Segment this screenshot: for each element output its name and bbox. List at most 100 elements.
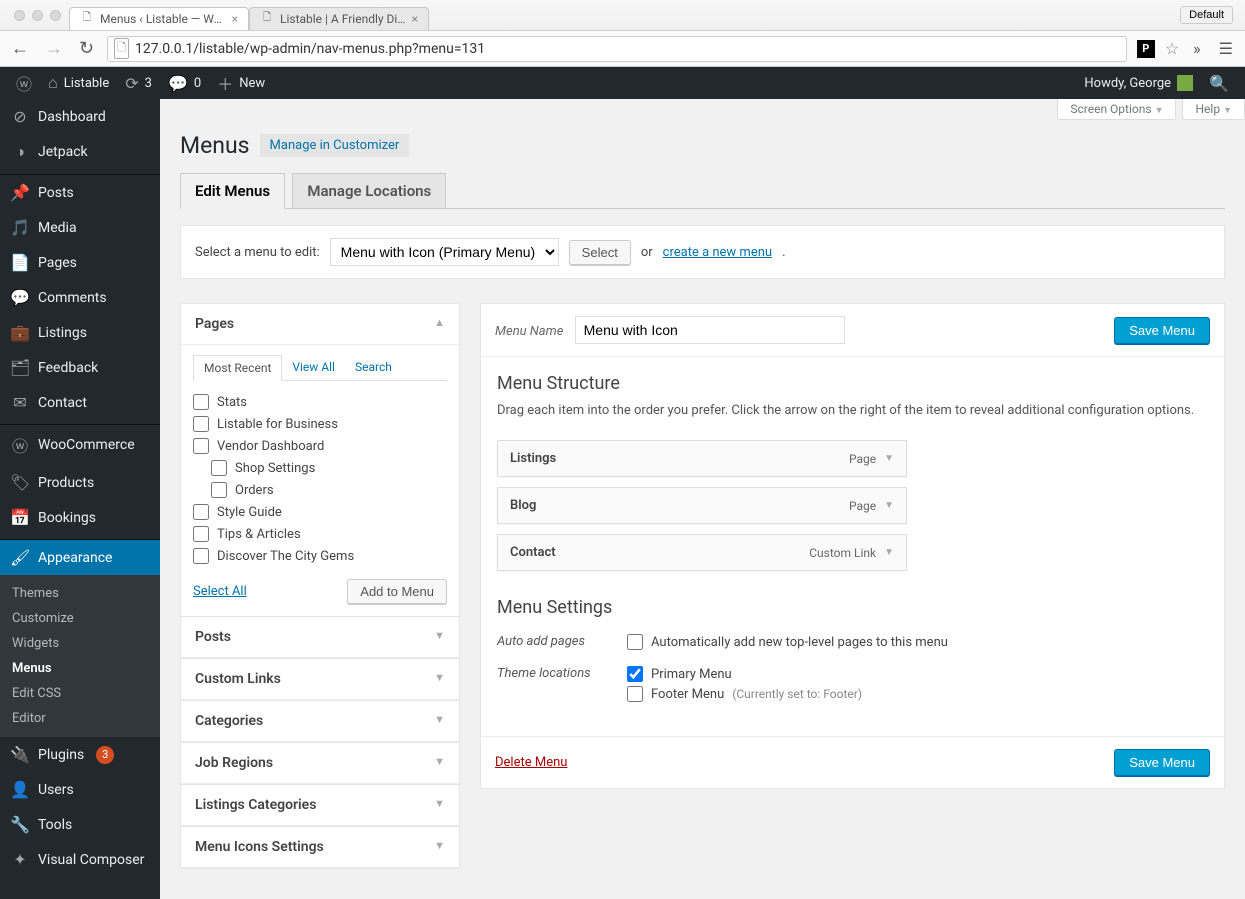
accordion-header[interactable]: Custom Links▼ bbox=[181, 659, 459, 700]
submenu-item-editor[interactable]: Editor bbox=[0, 706, 160, 731]
updates[interactable]: ⟳3 bbox=[117, 67, 160, 99]
page-item[interactable]: Listable for Business bbox=[193, 413, 447, 435]
menu-select[interactable]: Menu with Icon (Primary Menu) bbox=[330, 238, 559, 266]
menu-item-bar[interactable]: ListingsPage▼ bbox=[497, 440, 907, 477]
wp-logo[interactable]: ⓦ bbox=[8, 67, 40, 99]
page-checkbox[interactable] bbox=[193, 416, 209, 432]
accordion-header[interactable]: Posts▼ bbox=[181, 617, 459, 658]
page-item[interactable]: Discover The City Gems bbox=[193, 545, 447, 567]
sidebar-item-dashboard[interactable]: ⊘Dashboard bbox=[0, 99, 160, 134]
tab-edit-menus[interactable]: Edit Menus bbox=[180, 173, 285, 209]
save-menu-button-footer[interactable]: Save Menu bbox=[1114, 749, 1210, 776]
menu-item-title: Listings bbox=[510, 451, 556, 466]
chevron-down-icon[interactable]: ▼ bbox=[884, 547, 894, 558]
menu-name-input[interactable] bbox=[575, 316, 845, 344]
page-item[interactable]: Orders bbox=[193, 479, 447, 501]
sidebar-item-plugins[interactable]: 🔌Plugins3 bbox=[0, 737, 160, 772]
manage-in-customizer-link[interactable]: Manage in Customizer bbox=[260, 134, 410, 157]
create-menu-link[interactable]: create a new menu bbox=[663, 245, 772, 260]
profile-button[interactable]: Default bbox=[1180, 6, 1233, 24]
browser-tab-1[interactable]: 🗋 Menus ‹ Listable — WordP × bbox=[69, 7, 249, 30]
close-tab-icon[interactable]: × bbox=[232, 12, 238, 26]
back-button[interactable]: ← bbox=[8, 38, 32, 59]
page-info-icon[interactable]: 🗋 bbox=[114, 38, 129, 59]
chevron-down-icon[interactable]: ▼ bbox=[884, 453, 894, 464]
page-item[interactable]: Vendor Dashboard bbox=[193, 435, 447, 457]
sidebar-item-contact[interactable]: ✉Contact bbox=[0, 385, 160, 420]
auto-add-checkbox[interactable]: Automatically add new top-level pages to… bbox=[627, 634, 1208, 650]
overflow-icon[interactable]: » bbox=[1189, 39, 1205, 58]
accordion-header[interactable]: Listings Categories▼ bbox=[181, 785, 459, 826]
menu-item-bar[interactable]: BlogPage▼ bbox=[497, 487, 907, 524]
auto-add-label: Auto add pages bbox=[497, 634, 627, 654]
sidebar-item-media[interactable]: 🎵Media bbox=[0, 210, 160, 245]
close-window[interactable] bbox=[14, 10, 25, 21]
save-menu-button[interactable]: Save Menu bbox=[1114, 317, 1210, 344]
sidebar-item-pages[interactable]: 📄Pages bbox=[0, 245, 160, 280]
sidebar-item-tools[interactable]: 🔧Tools bbox=[0, 807, 160, 842]
location-footer-checkbox[interactable]: Footer Menu (Currently set to: Footer) bbox=[627, 686, 1208, 702]
submenu-item-edit-css[interactable]: Edit CSS bbox=[0, 681, 160, 706]
page-checkbox[interactable] bbox=[193, 548, 209, 564]
page-item[interactable]: Style Guide bbox=[193, 501, 447, 523]
sidebar-item-feedback[interactable]: 🗂Feedback bbox=[0, 350, 160, 385]
browser-tab-2[interactable]: 🗋 Listable | A Friendly Directo × bbox=[249, 7, 429, 30]
sidebar-item-products[interactable]: 🏷Products bbox=[0, 465, 160, 500]
sidebar-item-bookings[interactable]: 📅Bookings bbox=[0, 500, 160, 535]
menu-item-bar[interactable]: ContactCustom Link▼ bbox=[497, 534, 907, 571]
sidebar-item-appearance[interactable]: 🖌Appearance bbox=[0, 540, 160, 575]
add-to-menu-button[interactable]: Add to Menu bbox=[347, 579, 447, 604]
help-tab[interactable]: Help▼ bbox=[1182, 99, 1245, 120]
page-item[interactable]: Tips & Articles bbox=[193, 523, 447, 545]
sidebar-item-woocommerce[interactable]: ⓦWooCommerce bbox=[0, 425, 160, 465]
page-item[interactable]: Stats bbox=[193, 391, 447, 413]
minimize-window[interactable] bbox=[32, 10, 43, 21]
close-tab-icon[interactable]: × bbox=[412, 12, 418, 26]
extension-icon[interactable]: P bbox=[1137, 40, 1155, 58]
submenu-item-customize[interactable]: Customize bbox=[0, 606, 160, 631]
reload-button[interactable]: ↻ bbox=[76, 38, 97, 59]
zoom-window[interactable] bbox=[50, 10, 61, 21]
accordion-header[interactable]: Menu Icons Settings▼ bbox=[181, 827, 459, 868]
menu-icon[interactable]: ☰ bbox=[1215, 39, 1237, 58]
submenu-item-widgets[interactable]: Widgets bbox=[0, 631, 160, 656]
accordion-posts: Posts▼ bbox=[180, 616, 460, 659]
page-item[interactable]: Shop Settings bbox=[193, 457, 447, 479]
bookmark-icon[interactable]: ☆ bbox=[1165, 39, 1179, 58]
sidebar-item-posts[interactable]: 📌Posts bbox=[0, 175, 160, 210]
page-checkbox[interactable] bbox=[211, 482, 227, 498]
page-checkbox[interactable] bbox=[211, 460, 227, 476]
select-button[interactable]: Select bbox=[569, 240, 631, 265]
pages-panel-header[interactable]: Pages ▲ bbox=[181, 304, 459, 345]
location-primary-checkbox[interactable]: Primary Menu bbox=[627, 666, 1208, 682]
chevron-down-icon[interactable]: ▼ bbox=[884, 500, 894, 511]
comments[interactable]: 💬0 bbox=[160, 67, 209, 99]
sidebar-item-jetpack[interactable]: ◑Jetpack bbox=[0, 134, 160, 170]
page-checkbox[interactable] bbox=[193, 504, 209, 520]
sidebar-item-listings[interactable]: 💼Listings bbox=[0, 315, 160, 350]
delete-menu-link[interactable]: Delete Menu bbox=[495, 755, 567, 770]
page-checkbox[interactable] bbox=[193, 394, 209, 410]
my-account[interactable]: Howdy, George bbox=[1076, 67, 1201, 99]
page-checkbox[interactable] bbox=[193, 438, 209, 454]
tab-manage-locations[interactable]: Manage Locations bbox=[292, 173, 446, 208]
sidebar-item-comments[interactable]: 💬Comments bbox=[0, 280, 160, 315]
submenu-item-themes[interactable]: Themes bbox=[0, 581, 160, 606]
site-name[interactable]: ⌂Listable bbox=[40, 67, 117, 99]
new-content[interactable]: ＋New bbox=[209, 67, 273, 99]
address-bar[interactable]: 🗋 127.0.0.1/listable/wp-admin/nav-menus.… bbox=[107, 36, 1127, 62]
tab-view-all[interactable]: View All bbox=[282, 355, 345, 380]
search[interactable]: 🔍 bbox=[1201, 67, 1237, 99]
tab-most-recent[interactable]: Most Recent bbox=[193, 355, 282, 381]
tab-search[interactable]: Search bbox=[345, 355, 402, 380]
sidebar-item-visual-composer[interactable]: ✦Visual Composer bbox=[0, 842, 160, 877]
page-checkbox[interactable] bbox=[193, 526, 209, 542]
accordion-menu-icons-settings: Menu Icons Settings▼ bbox=[180, 826, 460, 869]
select-all-link[interactable]: Select All bbox=[193, 584, 247, 599]
accordion-header[interactable]: Categories▼ bbox=[181, 701, 459, 742]
screen-options-tab[interactable]: Screen Options▼ bbox=[1057, 99, 1176, 120]
accordion-header[interactable]: Job Regions▼ bbox=[181, 743, 459, 784]
forward-button[interactable]: → bbox=[42, 38, 66, 59]
sidebar-item-users[interactable]: 👤Users bbox=[0, 772, 160, 807]
submenu-item-menus[interactable]: Menus bbox=[0, 656, 160, 681]
